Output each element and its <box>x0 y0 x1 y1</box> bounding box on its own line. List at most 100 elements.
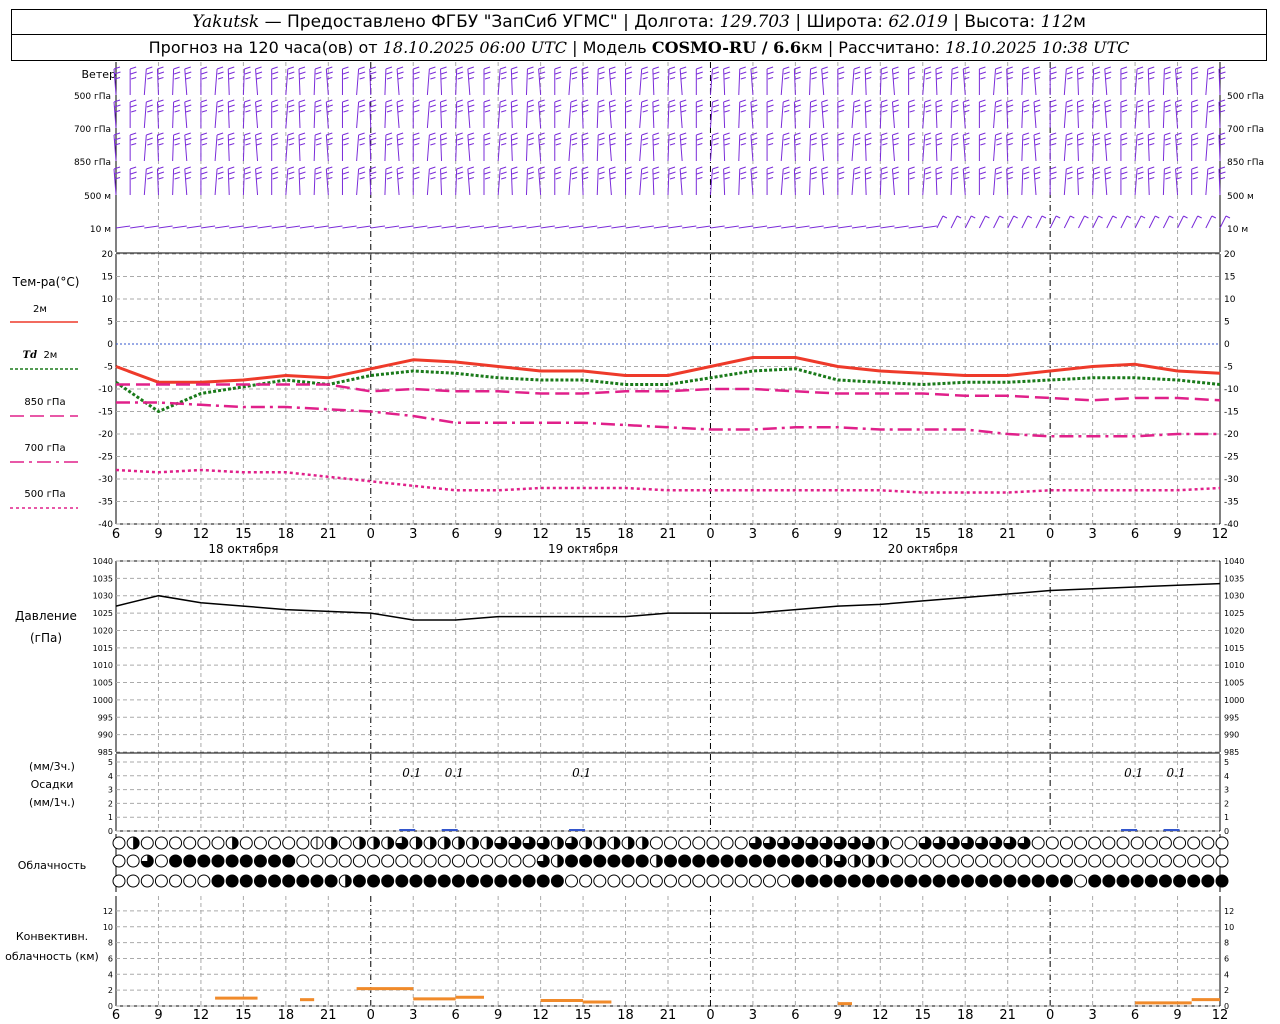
wind-barb <box>936 215 948 229</box>
wind-barb <box>766 132 774 161</box>
temp-hour-label: 0 <box>706 527 714 542</box>
wind-barb <box>962 132 970 162</box>
wind-barb <box>780 166 790 196</box>
cloud-circle <box>565 854 579 868</box>
cloud-symbol <box>423 854 437 868</box>
cloud-circle <box>1201 836 1215 850</box>
prec-tick-right: 2 <box>1224 799 1229 808</box>
wind-barb <box>440 66 448 96</box>
wind-barb <box>1134 215 1146 229</box>
cloud-symbol <box>367 874 381 888</box>
wind-barb <box>200 66 208 95</box>
wind-barb <box>512 225 527 229</box>
wind-barb <box>298 66 306 96</box>
cloud-symbol <box>1031 854 1045 868</box>
pres-tick-right: 1005 <box>1224 679 1244 688</box>
cloud-symbol <box>960 836 974 850</box>
cloud-fill <box>387 837 394 849</box>
wind-barb <box>837 225 853 229</box>
wind-barb <box>341 166 350 195</box>
wind-barb <box>455 166 464 196</box>
wind-barb <box>1175 166 1183 196</box>
wind-barb <box>738 166 747 196</box>
cloud-circle <box>480 854 494 868</box>
cloud-circle <box>664 836 677 850</box>
wind-barb <box>1120 215 1132 229</box>
cloud-circle <box>720 836 734 850</box>
wind-barb <box>356 132 366 162</box>
conv-hour-label: 6 <box>452 1008 460 1023</box>
cloud-symbol <box>762 874 776 888</box>
wind-barb <box>1175 66 1183 96</box>
cloud-symbol <box>225 874 239 888</box>
cloud-circle <box>409 874 423 888</box>
cloud-fill <box>486 837 493 849</box>
cloud-circle <box>1102 854 1116 868</box>
wind-barb <box>1033 66 1041 96</box>
wind-barb <box>384 132 393 162</box>
cloud-symbol <box>1173 854 1187 868</box>
cloud-symbol <box>918 874 932 888</box>
wind-barb <box>227 66 235 96</box>
wind-barb <box>143 166 153 196</box>
cloud-circle <box>649 836 663 850</box>
cloud-symbol <box>1187 836 1201 850</box>
cloud-symbol <box>791 854 805 868</box>
cloud-symbol <box>1045 854 1059 868</box>
cloud-symbol <box>1130 836 1144 850</box>
wind-barb <box>129 66 137 95</box>
wind-barb <box>821 132 829 162</box>
wind-barb <box>1063 99 1073 129</box>
wind-barb <box>950 66 959 96</box>
wind-barb <box>200 132 208 161</box>
wind-barb <box>568 225 584 229</box>
cloud-circle <box>381 854 395 868</box>
cloud-symbol <box>819 874 833 888</box>
temp-hour-label: 3 <box>1088 527 1096 542</box>
cloud-fill <box>882 837 889 849</box>
cloud-symbol <box>409 836 423 850</box>
wind-barb <box>752 225 768 229</box>
precip-value-label: 0.1 <box>572 766 591 780</box>
cloud-circle <box>1017 854 1031 868</box>
cloud-symbol <box>678 874 692 888</box>
wind-barb <box>695 132 703 161</box>
conv-tick-right: 0 <box>1224 1002 1229 1011</box>
cloud-symbol <box>324 836 338 850</box>
prec-tick-right: 1 <box>1224 813 1229 822</box>
wind-barb <box>413 225 428 229</box>
wind-barb <box>1021 99 1030 129</box>
prec-tick-left: 1 <box>108 813 113 822</box>
wind-barb <box>667 225 683 229</box>
cloud-symbol <box>946 874 960 888</box>
cloud-circle <box>607 874 621 888</box>
wind-barb <box>608 66 617 96</box>
wind-barb <box>186 225 201 229</box>
cloud-circle <box>296 854 310 868</box>
wind-barb <box>962 66 970 96</box>
cloud-symbol <box>211 854 225 868</box>
wind-barb <box>370 225 385 229</box>
temp-tick-left: 0 <box>107 340 113 350</box>
cloud-symbol <box>1158 836 1172 850</box>
cloud-circle <box>1116 874 1130 888</box>
conv-tick-left: 12 <box>103 907 113 916</box>
cloud-symbol <box>466 854 480 868</box>
cloud-fill <box>331 837 338 849</box>
cloud-symbol <box>847 874 861 888</box>
temp-hour-label: 12 <box>1212 527 1229 542</box>
temp-hour-label: 12 <box>193 527 210 542</box>
cloud-circle <box>112 836 126 850</box>
wind-barb <box>851 99 861 129</box>
wind-barb <box>227 166 235 196</box>
wind-barb <box>922 225 937 229</box>
wind-barb <box>1162 66 1172 96</box>
cloud-circle <box>169 854 183 868</box>
cloud-symbol <box>649 836 663 850</box>
cloud-symbol <box>579 874 593 888</box>
wind-barb <box>341 66 350 95</box>
pres-tick-left: 1040 <box>93 557 113 566</box>
wind-barb <box>396 99 404 129</box>
cloud-symbol <box>748 854 762 868</box>
wind-barb <box>396 132 404 162</box>
